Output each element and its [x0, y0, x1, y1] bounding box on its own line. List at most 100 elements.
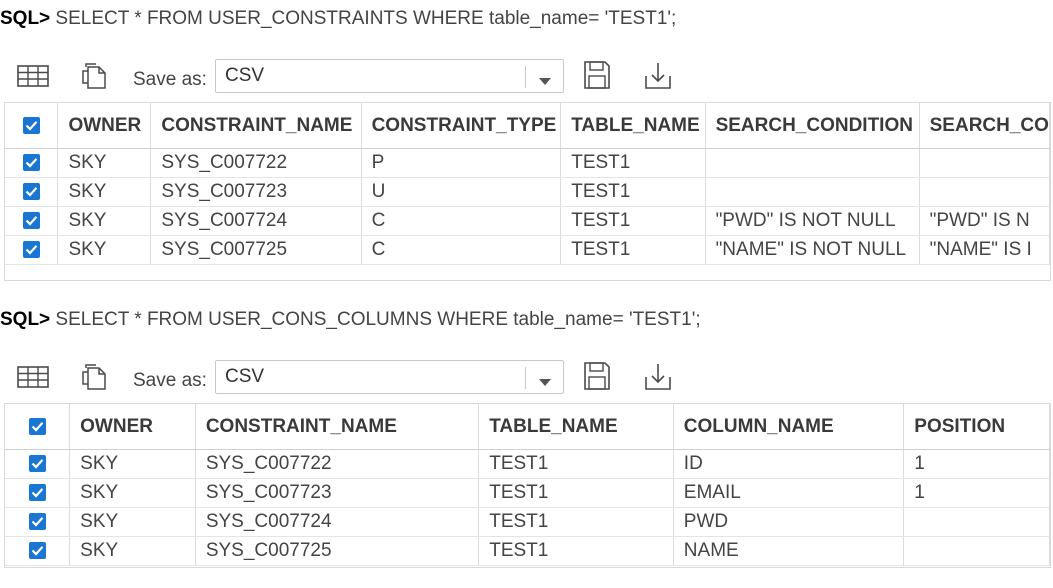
sql-prompt: SQL>: [0, 8, 51, 29]
table-row[interactable]: SKY SYS_C007722 P TEST1: [5, 148, 1050, 178]
cell-search-condition-vc: "PWD" IS N: [919, 206, 1050, 236]
column-header-search-condition[interactable]: SEARCH_CONDITION: [705, 103, 920, 149]
save-as-label: Save as:: [133, 370, 207, 391]
cell-search-condition: [705, 148, 920, 178]
save-as-label: Save as:: [133, 69, 207, 90]
table-header-row: OWNER CONSTRAINT_NAME CONSTRAINT_TYPE TA…: [5, 103, 1050, 149]
column-header-table-name[interactable]: TABLE_NAME: [478, 404, 674, 450]
select-all-checkbox[interactable]: [5, 103, 59, 149]
cell-owner: SKY: [69, 478, 196, 508]
table-row[interactable]: SKY SYS_C007724 C TEST1 "PWD" IS NOT NUL…: [5, 206, 1050, 236]
sql-text: SELECT * FROM USER_CONSTRAINTS WHERE tab…: [50, 8, 677, 29]
cell-constraint-name: SYS_C007724: [195, 507, 480, 537]
row-checkbox[interactable]: [5, 235, 59, 265]
column-header-position[interactable]: POSITION: [903, 404, 1050, 450]
cell-owner: SKY: [69, 536, 196, 566]
cell-owner: SKY: [57, 177, 152, 207]
checkbox-checked-icon[interactable]: [28, 513, 46, 531]
cell-constraint-name: SYS_C007725: [150, 235, 362, 265]
cell-position: [903, 536, 1050, 566]
cell-table-name: TEST1: [560, 206, 706, 236]
cell-table-name: TEST1: [478, 507, 674, 537]
result-table-1: OWNER CONSTRAINT_NAME CONSTRAINT_TYPE TA…: [5, 103, 1050, 265]
cell-table-name: TEST1: [560, 235, 706, 265]
row-checkbox[interactable]: [5, 536, 71, 566]
column-header-table-name[interactable]: TABLE_NAME: [560, 103, 706, 149]
download-icon[interactable]: [644, 60, 672, 95]
checkbox-checked-icon[interactable]: [28, 484, 46, 502]
table-row[interactable]: SKY SYS_C007725 TEST1 NAME: [5, 536, 1050, 566]
row-checkbox[interactable]: [5, 507, 71, 537]
cell-constraint-name: SYS_C007723: [150, 177, 362, 207]
cell-constraint-name: SYS_C007722: [150, 148, 362, 178]
cell-constraint-name: SYS_C007724: [150, 206, 362, 236]
cell-table-name: TEST1: [478, 536, 674, 566]
checkbox-checked-icon[interactable]: [28, 542, 46, 560]
cell-table-name: TEST1: [560, 148, 706, 178]
cell-constraint-type: P: [361, 148, 562, 178]
table-row[interactable]: SKY SYS_C007723 U TEST1: [5, 177, 1050, 207]
select-all-checkbox[interactable]: [5, 404, 71, 450]
floppy-disk-icon[interactable]: [583, 60, 611, 95]
export-format-value: CSV: [225, 366, 265, 387]
column-header-constraint-name[interactable]: CONSTRAINT_NAME: [195, 404, 480, 450]
cell-search-condition-vc: [919, 177, 1050, 207]
grid-view-icon[interactable]: [17, 366, 49, 393]
row-checkbox[interactable]: [5, 148, 59, 178]
table-row[interactable]: SKY SYS_C007724 TEST1 PWD: [5, 507, 1050, 537]
cell-owner: SKY: [57, 235, 152, 265]
cell-owner: SKY: [69, 507, 196, 537]
table-row[interactable]: SKY SYS_C007723 TEST1 EMAIL 1: [5, 478, 1050, 508]
cell-position: 1: [903, 478, 1050, 508]
checkbox-checked-icon[interactable]: [22, 154, 40, 172]
sql-statement-1: SQL> SELECT * FROM USER_CONSTRAINTS WHER…: [0, 6, 676, 32]
grid-view-icon[interactable]: [17, 65, 49, 92]
column-header-owner[interactable]: OWNER: [69, 404, 196, 450]
checkbox-checked-icon[interactable]: [22, 212, 40, 230]
cell-owner: SKY: [69, 449, 196, 479]
cell-owner: SKY: [57, 206, 152, 236]
checkbox-checked-icon[interactable]: [28, 455, 46, 473]
checkbox-checked-icon[interactable]: [28, 417, 46, 435]
row-checkbox[interactable]: [5, 478, 71, 508]
cell-column-name: PWD: [673, 507, 905, 537]
cell-search-condition: "NAME" IS NOT NULL: [705, 235, 920, 265]
chevron-down-icon[interactable]: [538, 73, 552, 91]
column-header-constraint-name[interactable]: CONSTRAINT_NAME: [150, 103, 362, 149]
copy-icon[interactable]: [80, 362, 108, 397]
row-checkbox[interactable]: [5, 449, 71, 479]
row-checkbox[interactable]: [5, 206, 59, 236]
column-header-owner[interactable]: OWNER: [57, 103, 152, 149]
checkbox-checked-icon[interactable]: [22, 183, 40, 201]
result-grid-2: OWNER CONSTRAINT_NAME TABLE_NAME COLUMN_…: [4, 403, 1051, 568]
table-row[interactable]: SKY SYS_C007725 C TEST1 "NAME" IS NOT NU…: [5, 235, 1050, 265]
chevron-down-icon[interactable]: [538, 374, 552, 392]
cell-owner: SKY: [57, 148, 152, 178]
export-format-select[interactable]: CSV: [215, 360, 564, 394]
cell-table-name: TEST1: [478, 478, 674, 508]
cell-constraint-type: C: [361, 206, 562, 236]
select-divider: [525, 367, 526, 389]
checkbox-checked-icon[interactable]: [22, 116, 40, 134]
cell-search-condition-vc: [919, 148, 1050, 178]
result-toolbar-1: Save as: CSV: [0, 59, 671, 103]
cell-constraint-name: SYS_C007723: [195, 478, 480, 508]
column-header-constraint-type[interactable]: CONSTRAINT_TYPE: [361, 103, 562, 149]
cell-table-name: TEST1: [560, 177, 706, 207]
floppy-disk-icon[interactable]: [583, 361, 611, 396]
cell-position: 1: [903, 449, 1050, 479]
cell-constraint-name: SYS_C007722: [195, 449, 480, 479]
download-icon[interactable]: [644, 361, 672, 396]
column-header-search-condition-vc[interactable]: SEARCH_CO: [919, 103, 1050, 149]
row-checkbox[interactable]: [5, 177, 59, 207]
export-format-select[interactable]: CSV: [215, 59, 564, 93]
cell-search-condition-vc: "NAME" IS I: [919, 235, 1050, 265]
cell-position: [903, 507, 1050, 537]
sql-text: SELECT * FROM USER_CONS_COLUMNS WHERE ta…: [50, 309, 701, 330]
copy-icon[interactable]: [80, 61, 108, 96]
cell-table-name: TEST1: [478, 449, 674, 479]
column-header-column-name[interactable]: COLUMN_NAME: [673, 404, 905, 450]
table-row[interactable]: SKY SYS_C007722 TEST1 ID 1: [5, 449, 1050, 479]
checkbox-checked-icon[interactable]: [22, 241, 40, 259]
cell-constraint-name: SYS_C007725: [195, 536, 480, 566]
